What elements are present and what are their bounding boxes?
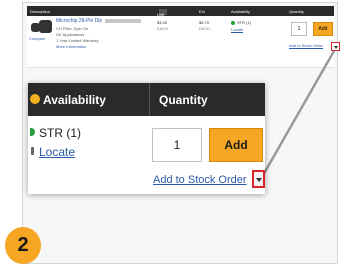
compare-link[interactable]: Compare: [29, 36, 45, 41]
product-line: 1 Year Limited Warranty: [56, 38, 99, 43]
zoom-header: Availability Quantity: [28, 83, 265, 116]
mini-locate-link[interactable]: Locate: [231, 27, 243, 32]
product-thumbnail[interactable]: [31, 20, 53, 34]
unit-price: $4.45: [157, 20, 168, 25]
stock-order-dropdown-button[interactable]: [252, 170, 265, 188]
mini-add-button[interactable]: Add: [313, 22, 333, 36]
step-number-badge: 2: [5, 227, 41, 264]
quantity-input[interactable]: [152, 128, 202, 162]
product-title[interactable]: Microchip 28-Pin Dip: [56, 18, 142, 24]
table-row: Compare Microchip 28-Pin Dip CH Filter, …: [27, 16, 334, 68]
product-line: OK Applications: [56, 32, 85, 37]
header-description[interactable]: Description: [30, 9, 50, 14]
mini-quantity-input[interactable]: 1: [291, 22, 307, 36]
add-to-stock-order-link[interactable]: Add to Stock Order: [153, 174, 247, 186]
zoom-callout: Availability Quantity STR (1) Locate Add…: [28, 83, 265, 194]
header-unit[interactable]: Unit: [157, 9, 167, 17]
in-stock-dot-icon: [231, 20, 235, 25]
header-ext[interactable]: Ext: [199, 9, 205, 14]
stock-status: STR (1): [39, 126, 81, 140]
chevron-down-icon: [334, 46, 338, 49]
header-quantity: Quantity: [289, 9, 304, 14]
mini-dropdown-highlight[interactable]: [331, 42, 340, 51]
part-number-redacted: [105, 18, 142, 23]
in-stock-dot-icon: [30, 128, 35, 136]
more-info-link[interactable]: More Information: [56, 44, 86, 49]
header-divider: [149, 83, 150, 116]
locate-marker-icon: [31, 147, 34, 155]
table-header: Description Unit Ext Availability Quanti…: [27, 6, 334, 17]
chevron-down-icon: [256, 178, 262, 182]
header-availability[interactable]: Availability: [231, 9, 250, 14]
unit-label: EACH: [157, 26, 169, 31]
quantity-header: Quantity: [159, 93, 208, 107]
mini-stock-text: STR (1): [237, 20, 251, 25]
sort-icon[interactable]: [30, 94, 40, 104]
ext-price: $8.75: [199, 20, 210, 25]
ext-label: EACH: [199, 26, 211, 31]
product-line: CH Filter, Spin On: [56, 26, 89, 31]
mini-stock-status: STR (1): [231, 20, 251, 25]
locate-link[interactable]: Locate: [39, 145, 75, 159]
add-button[interactable]: Add: [209, 128, 263, 162]
mini-add-to-stock-order-link[interactable]: Add to Stock Order: [289, 43, 323, 48]
product-title-text: Microchip 28-Pin Dip: [56, 18, 103, 24]
availability-header[interactable]: Availability: [43, 93, 106, 107]
